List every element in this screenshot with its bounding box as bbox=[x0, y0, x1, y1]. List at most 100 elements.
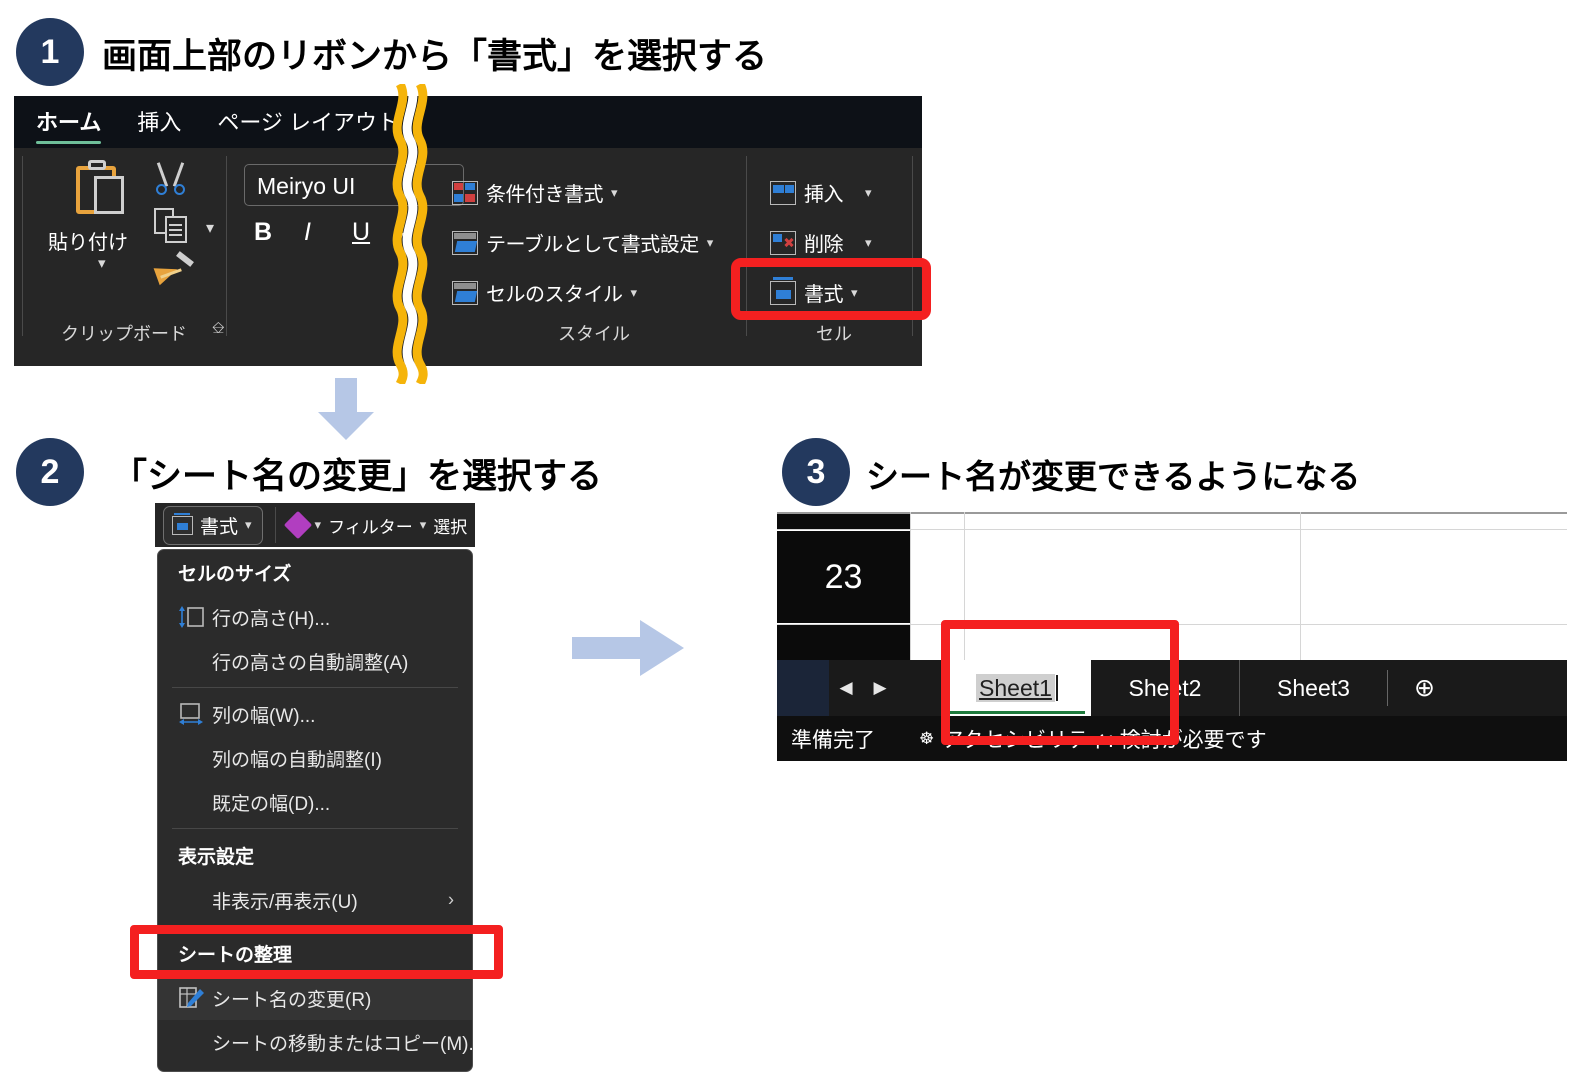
chevron-down-icon[interactable]: ▾ bbox=[245, 517, 252, 533]
menu-item-rename-sheet[interactable]: シート名の変更(R) bbox=[158, 976, 472, 1020]
select-label[interactable]: 選択 bbox=[433, 513, 467, 538]
menu-item-column-width[interactable]: 列の幅(W)... bbox=[158, 692, 472, 736]
group-separator bbox=[274, 507, 276, 543]
step-1-badge: 1 bbox=[16, 18, 84, 86]
format-dropdown-button[interactable]: 書式 ▾ bbox=[163, 505, 263, 545]
menu-item-move-copy-sheet[interactable]: シートの移動またはコピー(M)... bbox=[158, 1020, 472, 1064]
chevron-down-icon[interactable]: ▾ bbox=[206, 218, 214, 238]
menu-item-row-height[interactable]: 行の高さ(H)... bbox=[158, 595, 472, 639]
menu-item-autofit-row-height-label: 行の高さの自動調整(A) bbox=[212, 652, 409, 674]
menu-item-tab-color[interactable]: シート見出しの色(T) › bbox=[158, 1064, 472, 1071]
column-width-icon bbox=[178, 702, 212, 726]
format-as-table-button[interactable]: テーブルとして書式設定 ▾ bbox=[452, 228, 713, 257]
menu-section-header-visibility: 表示設定 bbox=[178, 847, 255, 868]
cell-styles-label: セルのスタイル bbox=[486, 284, 623, 306]
menu-item-hide-unhide[interactable]: 非表示/再表示(U) › bbox=[158, 878, 472, 922]
add-sheet-icon[interactable]: ⊕ bbox=[1414, 673, 1435, 703]
menu-item-column-width-label: 列の幅(W)... bbox=[212, 705, 316, 727]
ribbon-tab-home-label: ホーム bbox=[36, 109, 102, 135]
scissors-icon[interactable] bbox=[154, 162, 190, 198]
styles-group-label: スタイル bbox=[558, 324, 630, 344]
paintbrush-icon[interactable] bbox=[153, 251, 196, 290]
format-menu-screenshot: 書式 ▾ ▾ フィルター ▾ 選択 セルのサイズ 行の高さ(H)... 行の高さ… bbox=[155, 503, 475, 1072]
conditional-formatting-label: 条件付き書式 bbox=[486, 184, 604, 206]
sheet-tab-highlight bbox=[941, 620, 1179, 745]
filter-label[interactable]: フィルター bbox=[328, 513, 413, 538]
delete-cells-icon bbox=[770, 230, 796, 255]
step-3-badge: 3 bbox=[782, 438, 850, 506]
delete-cells-label: 削除 bbox=[804, 234, 844, 256]
chevron-down-icon[interactable]: ▾ bbox=[420, 517, 427, 533]
nav-next-icon[interactable]: ▶ bbox=[863, 678, 897, 698]
chevron-down-icon[interactable]: ▾ bbox=[631, 285, 638, 301]
menu-item-autofit-row-height[interactable]: 行の高さの自動調整(A) bbox=[158, 639, 472, 683]
menu-section-header-cell-size: セルのサイズ bbox=[178, 564, 292, 585]
step-1-number: 1 bbox=[40, 32, 60, 71]
sheet-tab-3[interactable]: Sheet3 bbox=[1239, 660, 1387, 716]
chevron-down-icon[interactable]: ▾ bbox=[98, 254, 106, 272]
rename-sheet-icon bbox=[178, 986, 212, 1010]
insert-cells-label: 挿入 bbox=[804, 184, 844, 206]
step-2-number: 2 bbox=[40, 452, 60, 491]
menu-context-bar: 書式 ▾ ▾ フィルター ▾ 選択 bbox=[155, 503, 475, 547]
format-cells-icon bbox=[172, 512, 193, 535]
conditional-formatting-button[interactable]: 条件付き書式 ▾ bbox=[452, 178, 618, 207]
row-header-23[interactable]: 23 bbox=[777, 531, 910, 623]
rename-sheet-highlight bbox=[130, 925, 503, 979]
menu-item-row-height-label: 行の高さ(H)... bbox=[212, 608, 331, 630]
chevron-down-icon[interactable]: ▾ bbox=[315, 517, 322, 533]
tutorial-page: 1 画面上部のリボンから「書式」を選択する ホーム 挿入 ページ レイアウト 貼… bbox=[0, 0, 1575, 1072]
menu-item-hide-unhide-label: 非表示/再表示(U) bbox=[212, 891, 358, 913]
italic-button[interactable]: I bbox=[304, 218, 311, 247]
paste-label: 貼り付け bbox=[48, 232, 128, 254]
menu-divider bbox=[172, 687, 458, 688]
step-3-title: シート名が変更できるようになる bbox=[866, 458, 1361, 495]
ribbon-tab-home[interactable]: ホーム bbox=[36, 105, 102, 144]
ribbon-tab-page-layout[interactable]: ページ レイアウト bbox=[217, 105, 399, 140]
chevron-down-icon[interactable]: ▾ bbox=[611, 185, 618, 201]
insert-cells-button[interactable]: 挿入 ▾ bbox=[770, 178, 872, 207]
chevron-down-icon[interactable]: ▾ bbox=[865, 185, 872, 201]
chevron-right-icon: › bbox=[448, 889, 454, 910]
chevron-down-icon[interactable]: ▾ bbox=[865, 235, 872, 251]
dialog-launcher-icon[interactable]: ⎒ bbox=[212, 320, 225, 338]
format-dropdown-label: 書式 bbox=[200, 516, 239, 538]
filter-select-group: ▾ フィルター ▾ 選択 bbox=[283, 510, 467, 540]
font-name-value: Meiryo UI bbox=[257, 173, 356, 199]
ribbon-tab-page-layout-label: ページ レイアウト bbox=[217, 109, 400, 135]
menu-item-default-width[interactable]: 既定の幅(D)... bbox=[158, 780, 472, 824]
menu-item-move-copy-sheet-label: シートの移動またはコピー(M)... bbox=[212, 1033, 473, 1055]
step-2-badge: 2 bbox=[16, 438, 84, 506]
copy-icon[interactable] bbox=[154, 208, 194, 244]
cell-styles-button[interactable]: セルのスタイル ▾ bbox=[452, 278, 637, 307]
delete-cells-button[interactable]: 削除 ▾ bbox=[770, 228, 872, 257]
ribbon-tab-insert[interactable]: 挿入 bbox=[137, 105, 181, 140]
row-height-icon bbox=[178, 605, 212, 629]
break-marker bbox=[392, 84, 428, 384]
grid-line bbox=[910, 512, 911, 660]
menu-divider bbox=[172, 828, 458, 829]
row-header-23-label: 23 bbox=[824, 557, 863, 596]
row-header-partial-bottom bbox=[777, 625, 910, 660]
cells-group-label: セル bbox=[816, 324, 852, 344]
sheet-tab-3-label: Sheet3 bbox=[1277, 674, 1350, 701]
ribbon-tab-insert-label: 挿入 bbox=[137, 109, 182, 135]
ribbon-body: 貼り付け ▾ ▾ クリップボード ⎒ Meiryo UI B I U ▾ 条件付… bbox=[14, 148, 922, 366]
group-separator bbox=[226, 156, 227, 336]
menu-item-autofit-column-width[interactable]: 列の幅の自動調整(I) bbox=[158, 736, 472, 780]
paste-icon[interactable] bbox=[72, 160, 128, 222]
underline-button[interactable]: U bbox=[352, 218, 370, 247]
clipboard-group-label: クリップボード bbox=[61, 324, 187, 344]
bold-button[interactable]: B bbox=[254, 218, 272, 247]
nav-prev-icon[interactable]: ◀ bbox=[829, 678, 863, 698]
format-as-table-label: テーブルとして書式設定 bbox=[486, 234, 699, 256]
format-dropdown-menu: セルのサイズ 行の高さ(H)... 行の高さの自動調整(A) 列の幅(W)...… bbox=[157, 549, 473, 1072]
format-button-highlight bbox=[731, 258, 931, 320]
row-header-partial-top bbox=[777, 514, 910, 529]
ribbon-tabstrip: ホーム 挿入 ページ レイアウト bbox=[14, 96, 922, 148]
chevron-down-icon[interactable]: ▾ bbox=[707, 235, 714, 251]
eraser-icon[interactable] bbox=[283, 510, 312, 540]
accessibility-icon: ☸ bbox=[919, 728, 935, 748]
grid-line bbox=[777, 529, 1567, 530]
step-1-title: 画面上部のリボンから「書式」を選択する bbox=[102, 37, 768, 76]
